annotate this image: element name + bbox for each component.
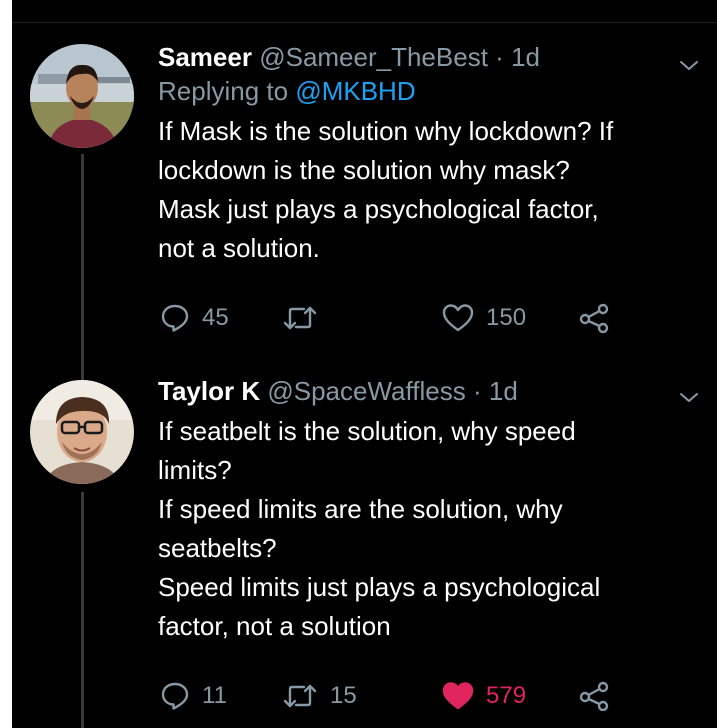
replying-to-line: Replying to @MKBHD	[158, 74, 698, 108]
reply-count: 45	[202, 304, 229, 331]
tweet-content: Sameer @Sameer_TheBest · 1d Replying to …	[158, 40, 698, 268]
tweet-actions: 45 150	[158, 298, 628, 338]
share-icon	[579, 681, 609, 711]
user-handle[interactable]: @SpaceWaffless	[267, 376, 465, 406]
reply-icon	[161, 682, 189, 710]
tweet-thread: Sameer @Sameer_TheBest · 1d Replying to …	[12, 0, 717, 728]
retweet-icon	[283, 306, 317, 330]
retweet-icon	[283, 684, 317, 708]
like-count: 150	[486, 304, 527, 331]
like-count: 579	[486, 682, 527, 709]
retweet-count: 15	[330, 682, 357, 709]
chevron-down-icon[interactable]	[677, 54, 701, 78]
avatar-sameer[interactable]	[30, 44, 134, 148]
reply-button[interactable]: 45	[160, 298, 229, 338]
display-name[interactable]: Sameer	[158, 42, 252, 72]
separator-dot: ·	[472, 376, 482, 406]
tweet-actions: 11 15 579	[158, 676, 628, 716]
tweet-content: Taylor K @SpaceWaffless · 1d If seatbelt…	[158, 374, 698, 646]
like-icon	[442, 682, 474, 710]
chevron-down-icon[interactable]	[677, 386, 701, 410]
reply-icon	[161, 304, 189, 332]
avatar-photo-icon	[30, 380, 134, 484]
like-button[interactable]: 150	[442, 298, 526, 338]
tweet-header: Taylor K @SpaceWaffless · 1d	[158, 374, 698, 408]
like-icon	[442, 304, 474, 332]
timestamp[interactable]: 1d	[489, 376, 518, 406]
retweet-button[interactable]: 15	[282, 676, 357, 716]
display-name[interactable]: Taylor K	[158, 376, 260, 406]
tweet-text: If seatbelt is the solution, why speed l…	[158, 416, 601, 641]
avatar-taylor[interactable]	[30, 380, 134, 484]
tweet-text: If Mask is the solution why lockdown? If…	[158, 116, 614, 263]
mention-link[interactable]: @MKBHD	[295, 76, 415, 106]
share-button[interactable]	[578, 676, 610, 716]
thread-connector-line	[81, 492, 84, 728]
tweet-header: Sameer @Sameer_TheBest · 1d	[158, 40, 698, 74]
retweet-button[interactable]	[282, 298, 330, 338]
timestamp[interactable]: 1d	[511, 42, 540, 72]
replying-to-label: Replying to	[158, 76, 296, 106]
divider	[12, 22, 717, 23]
thread-connector-line	[81, 154, 84, 384]
share-button[interactable]	[578, 298, 610, 338]
share-icon	[579, 303, 609, 333]
user-handle[interactable]: @Sameer_TheBest	[259, 42, 488, 72]
avatar-photo-icon	[30, 44, 134, 148]
reply-button[interactable]: 11	[160, 676, 227, 716]
reply-count: 11	[202, 682, 227, 709]
separator-dot: ·	[495, 42, 504, 72]
like-button[interactable]: 579	[442, 676, 526, 716]
